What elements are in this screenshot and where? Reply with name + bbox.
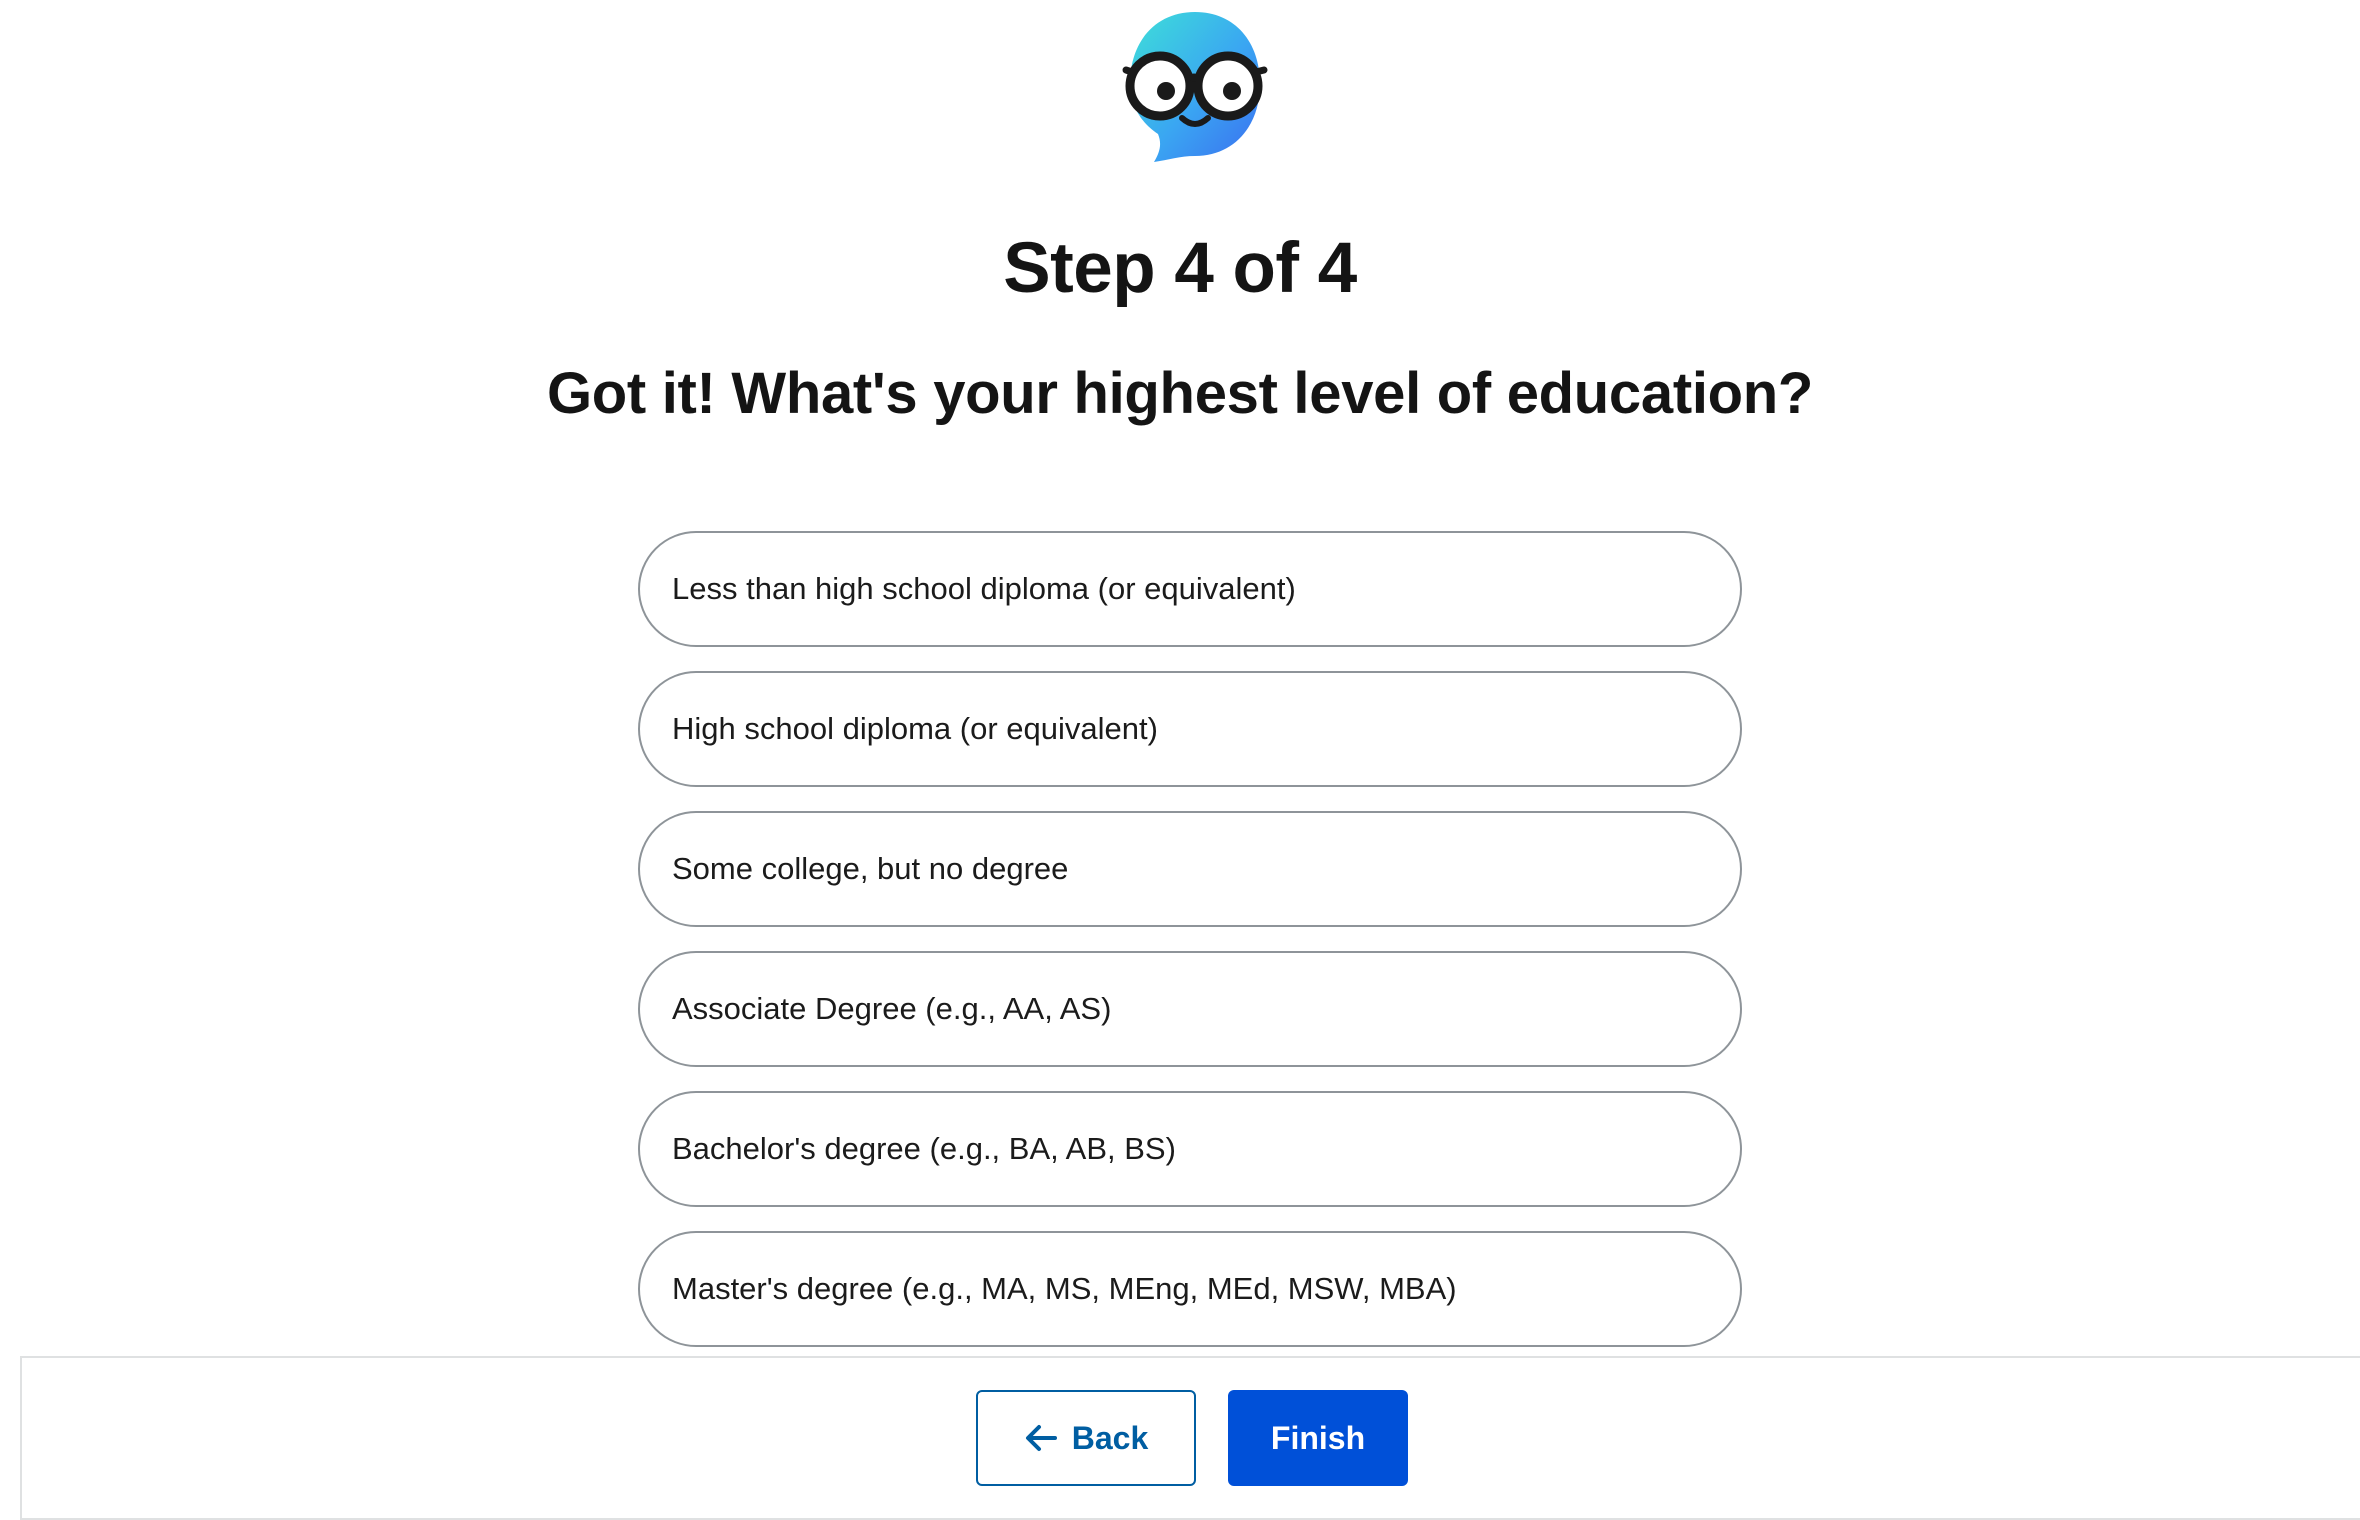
finish-button-label: Finish bbox=[1270, 1419, 1366, 1456]
option-bachelors-degree[interactable]: Bachelor's degree (e.g., BA, AB, BS) bbox=[638, 1091, 1742, 1207]
option-label: High school diploma (or equivalent) bbox=[672, 711, 1158, 746]
option-masters-degree[interactable]: Master's degree (e.g., MA, MS, MEng, MEd… bbox=[638, 1231, 1742, 1347]
option-label: Some college, but no degree bbox=[672, 851, 1069, 886]
back-button-label: Back bbox=[1071, 1419, 1149, 1456]
option-less-than-high-school[interactable]: Less than high school diploma (or equiva… bbox=[638, 531, 1742, 647]
option-label: Bachelor's degree (e.g., BA, AB, BS) bbox=[672, 1131, 1176, 1166]
arrow-left-icon bbox=[1024, 1423, 1058, 1453]
option-label: Associate Degree (e.g., AA, AS) bbox=[672, 991, 1112, 1026]
footer-nav: Back Finish bbox=[20, 1356, 2360, 1520]
question-heading: Got it! What's your highest level of edu… bbox=[546, 361, 1814, 426]
nerd-face-avatar-icon bbox=[1110, 6, 1280, 166]
education-options: Less than high school diploma (or equiva… bbox=[638, 531, 1742, 1371]
step-title: Step 4 of 4 bbox=[1003, 229, 1357, 308]
option-some-college[interactable]: Some college, but no degree bbox=[638, 811, 1742, 927]
option-label: Less than high school diploma (or equiva… bbox=[672, 571, 1296, 606]
finish-button[interactable]: Finish bbox=[1228, 1390, 1408, 1486]
option-associate-degree[interactable]: Associate Degree (e.g., AA, AS) bbox=[638, 951, 1742, 1067]
option-label: Master's degree (e.g., MA, MS, MEng, MEd… bbox=[672, 1271, 1457, 1306]
option-high-school-diploma[interactable]: High school diploma (or equivalent) bbox=[638, 671, 1742, 787]
back-button[interactable]: Back bbox=[976, 1390, 1196, 1486]
page: Step 4 of 4 Got it! What's your highest … bbox=[0, 0, 2360, 1520]
